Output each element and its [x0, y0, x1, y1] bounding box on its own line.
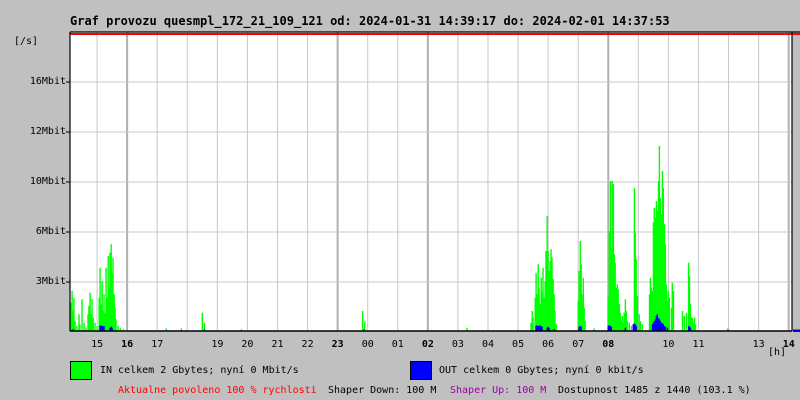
x-tick-label-00: 00: [361, 339, 374, 350]
y-tick-label-3Mbit: 3Mbit: [35, 276, 66, 287]
x-tick-label-04: 04: [481, 339, 495, 350]
legend-out-swatch: [410, 361, 432, 380]
y-tick-label-16Mbit: 16Mbit: [29, 76, 66, 87]
x-tick-label-10: 10: [662, 339, 675, 350]
y-tick-label-10Mbit: 10Mbit: [29, 176, 66, 187]
x-tick-label-11: 11: [692, 339, 705, 350]
x-tick-label-21: 21: [271, 339, 284, 350]
x-tick-label-06: 06: [542, 339, 555, 350]
y-tick-label-12Mbit: 12Mbit: [29, 126, 66, 137]
x-tick-label-07: 07: [572, 339, 585, 350]
x-tick-label-05: 05: [512, 339, 525, 350]
x-tick-label-15: 15: [91, 339, 104, 350]
legend-in-swatch: [70, 361, 92, 380]
footer-shaper-down: Shaper Down: 100 M: [328, 385, 437, 396]
x-tick-label-13: 13: [752, 339, 765, 350]
x-tick-label-19: 19: [211, 339, 224, 350]
x-tick-label-16: 16: [121, 339, 134, 350]
footer-allowed-speed: Aktualne povoleno 100 % rychlosti: [118, 385, 317, 396]
footer-availability: Dostupnost 1485 z 1440 (103.1 %): [558, 385, 751, 396]
y-tick-label-6Mbit: 6Mbit: [35, 226, 66, 237]
x-tick-label-23: 23: [331, 339, 344, 350]
legend-out-label: OUT celkem 0 Gbytes; nyní 0 kbit/s: [439, 365, 644, 376]
x-axis-unit-label: [h]: [768, 347, 787, 358]
x-tick-label-01: 01: [391, 339, 404, 350]
footer-shaper-up: Shaper Up: 100 M: [450, 385, 547, 396]
x-tick-label-17: 17: [151, 339, 164, 350]
traffic-graph-page: { "window": { "bg": "#c0c0c0", "plot_bg"…: [0, 0, 800, 400]
out-zero-dash: [793, 329, 800, 332]
x-tick-label-20: 20: [241, 339, 254, 350]
x-tick-label-03: 03: [451, 339, 464, 350]
x-tick-label-02: 02: [421, 339, 434, 350]
x-tick-label-08: 08: [602, 339, 615, 350]
x-tick-label-22: 22: [301, 339, 314, 350]
legend-in-label: IN celkem 2 Gbytes; nyní 0 Mbit/s: [100, 365, 299, 376]
